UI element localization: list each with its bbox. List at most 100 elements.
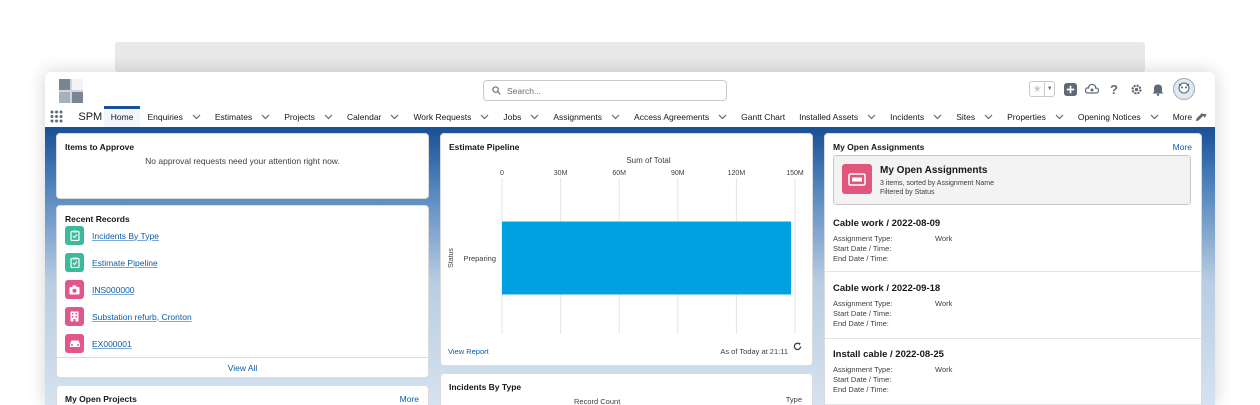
nav-item-sites[interactable]: Sites bbox=[949, 106, 1000, 127]
recent-record-link[interactable]: Substation refurb, Cronton bbox=[92, 312, 192, 322]
nav-item-installed-assets[interactable]: Installed Assets bbox=[792, 106, 883, 127]
nav-item-gantt-chart[interactable]: Gantt Chart bbox=[734, 106, 792, 127]
recent-record-item[interactable]: Estimate Pipeline bbox=[65, 253, 158, 272]
card-title: My Open Projects bbox=[65, 394, 137, 404]
star-icon: ★ bbox=[1032, 83, 1042, 95]
field-label: Start Date / Time: bbox=[833, 309, 892, 318]
chevron-down-icon[interactable] bbox=[1150, 114, 1159, 120]
global-actions-button[interactable] bbox=[1063, 82, 1077, 96]
refresh-button[interactable] bbox=[793, 338, 802, 356]
chevron-down-icon[interactable] bbox=[1055, 114, 1064, 120]
chart-title: Sum of Total bbox=[626, 156, 671, 165]
chevron-down-icon[interactable] bbox=[984, 114, 993, 120]
nav-label: Calendar bbox=[346, 111, 382, 122]
chevron-down-icon[interactable] bbox=[192, 114, 201, 120]
field-value: Work bbox=[935, 299, 953, 308]
nav-item-access-agreements[interactable]: Access Agreements bbox=[627, 106, 734, 127]
search-icon bbox=[492, 86, 501, 95]
nav-item-assignments[interactable]: Assignments bbox=[546, 106, 627, 127]
bar bbox=[502, 221, 792, 295]
recent-record-item[interactable]: Incidents By Type bbox=[65, 226, 159, 245]
axis-label: Record Count bbox=[574, 397, 621, 405]
card-title: Incidents By Type bbox=[449, 382, 522, 392]
more-link[interactable]: More bbox=[400, 394, 419, 404]
assignment-item[interactable]: Cable work / 2022-09-18 Assignment Type:… bbox=[825, 275, 1201, 339]
recent-record-link[interactable]: INS000000 bbox=[92, 285, 135, 295]
my-open-assignments-card: My Open Assignments More My Open Assignm… bbox=[824, 133, 1202, 405]
assignment-title[interactable]: Install cable / 2022-08-25 bbox=[833, 349, 944, 360]
nav-item-home[interactable]: Home bbox=[103, 106, 141, 127]
field-value: Work bbox=[935, 234, 953, 243]
app-nav-bar: SPM Home Enquiries Estimates Projects Ca… bbox=[45, 106, 1215, 130]
recent-record-item[interactable]: Substation refurb, Cronton bbox=[65, 307, 192, 326]
recent-record-link[interactable]: EX000001 bbox=[92, 339, 132, 349]
recent-record-link[interactable]: Incidents By Type bbox=[92, 231, 159, 241]
chevron-down-icon[interactable] bbox=[324, 114, 333, 120]
card-title: Estimate Pipeline bbox=[449, 142, 520, 152]
x-tick-label: 30M bbox=[554, 170, 568, 177]
field-label: Assignment Type: bbox=[833, 365, 893, 374]
assignment-item[interactable]: Cable work / 2022-08-09 Assignment Type:… bbox=[825, 210, 1201, 272]
nav-item-calendar[interactable]: Calendar bbox=[340, 106, 407, 127]
nav-item-estimates[interactable]: Estimates bbox=[208, 106, 277, 127]
chevron-down-icon[interactable] bbox=[718, 114, 727, 120]
nav-item-properties[interactable]: Properties bbox=[1000, 106, 1071, 127]
gear-icon bbox=[1130, 83, 1142, 95]
view-report-link[interactable]: View Report bbox=[448, 347, 489, 356]
global-search-input[interactable]: Search... bbox=[483, 80, 727, 101]
avatar-icon bbox=[1178, 82, 1190, 94]
nav-label: Jobs bbox=[503, 111, 522, 122]
recent-record-link[interactable]: Estimate Pipeline bbox=[92, 258, 158, 268]
report-icon bbox=[65, 253, 84, 272]
nav-item-incidents[interactable]: Incidents bbox=[883, 106, 949, 127]
chevron-down-icon[interactable] bbox=[611, 114, 620, 120]
app-launcher-button[interactable] bbox=[45, 106, 68, 127]
chevron-down-icon[interactable] bbox=[261, 114, 270, 120]
nav-label: Access Agreements bbox=[634, 111, 710, 122]
nav-item-jobs[interactable]: Jobs bbox=[496, 106, 546, 127]
help-button[interactable]: ? bbox=[1107, 82, 1121, 97]
org-logo bbox=[59, 79, 83, 103]
card-title: Recent Records bbox=[65, 214, 130, 224]
assignment-item[interactable]: Install cable / 2022-08-25 Assignment Ty… bbox=[825, 341, 1201, 405]
plus-icon bbox=[1063, 82, 1077, 96]
more-link[interactable]: More bbox=[1173, 142, 1192, 152]
nav-item-projects[interactable]: Projects bbox=[277, 106, 340, 127]
assignment-title[interactable]: Cable work / 2022-08-09 bbox=[833, 218, 940, 229]
trailhead-button[interactable] bbox=[1085, 82, 1099, 96]
recent-record-item[interactable]: EX000001 bbox=[65, 334, 132, 353]
home-page-content: Items to Approve No approval requests ne… bbox=[45, 130, 1215, 405]
nav-item-opening-notices[interactable]: Opening Notices bbox=[1071, 106, 1166, 127]
nav-item-enquiries[interactable]: Enquiries bbox=[140, 106, 207, 127]
favorites-button[interactable]: ★ ▼ bbox=[1029, 81, 1055, 97]
field-label: End Date / Time: bbox=[833, 254, 889, 263]
notifications-button[interactable] bbox=[1151, 82, 1165, 96]
nav-label: Properties bbox=[1007, 111, 1046, 122]
field-label: End Date / Time: bbox=[833, 319, 889, 328]
list-view-filter-info: Filtered by Status bbox=[880, 189, 935, 196]
assignment-title[interactable]: Cable work / 2022-09-18 bbox=[833, 283, 940, 294]
setup-button[interactable] bbox=[1129, 82, 1143, 96]
nav-label: Opening Notices bbox=[1077, 111, 1141, 122]
nav-label: More bbox=[1172, 111, 1193, 122]
chevron-down-icon[interactable] bbox=[390, 114, 399, 120]
search-placeholder: Search... bbox=[507, 85, 542, 96]
items-to-approve-card: Items to Approve No approval requests ne… bbox=[56, 133, 429, 199]
chevron-down-icon[interactable] bbox=[933, 114, 942, 120]
edit-nav-button[interactable] bbox=[1195, 112, 1205, 124]
legend-label: Type bbox=[785, 395, 802, 404]
nav-item-more[interactable]: More ▼ bbox=[1166, 106, 1215, 127]
user-avatar[interactable] bbox=[1173, 78, 1195, 100]
chevron-down-icon[interactable] bbox=[867, 114, 876, 120]
nav-label: Incidents bbox=[890, 111, 925, 122]
field-label: Assignment Type: bbox=[833, 299, 893, 308]
nav-label: Installed Assets bbox=[799, 111, 859, 122]
view-all-link[interactable]: View All bbox=[57, 357, 428, 377]
recent-record-item[interactable]: INS000000 bbox=[65, 280, 135, 299]
chevron-down-icon[interactable] bbox=[530, 114, 539, 120]
car-icon bbox=[65, 334, 84, 353]
chevron-down-icon[interactable] bbox=[480, 114, 489, 120]
nav-item-work-requests[interactable]: Work Requests bbox=[406, 106, 496, 127]
pencil-icon bbox=[1196, 113, 1204, 121]
list-view-header: My Open Assignments 3 items, sorted by A… bbox=[833, 155, 1191, 205]
